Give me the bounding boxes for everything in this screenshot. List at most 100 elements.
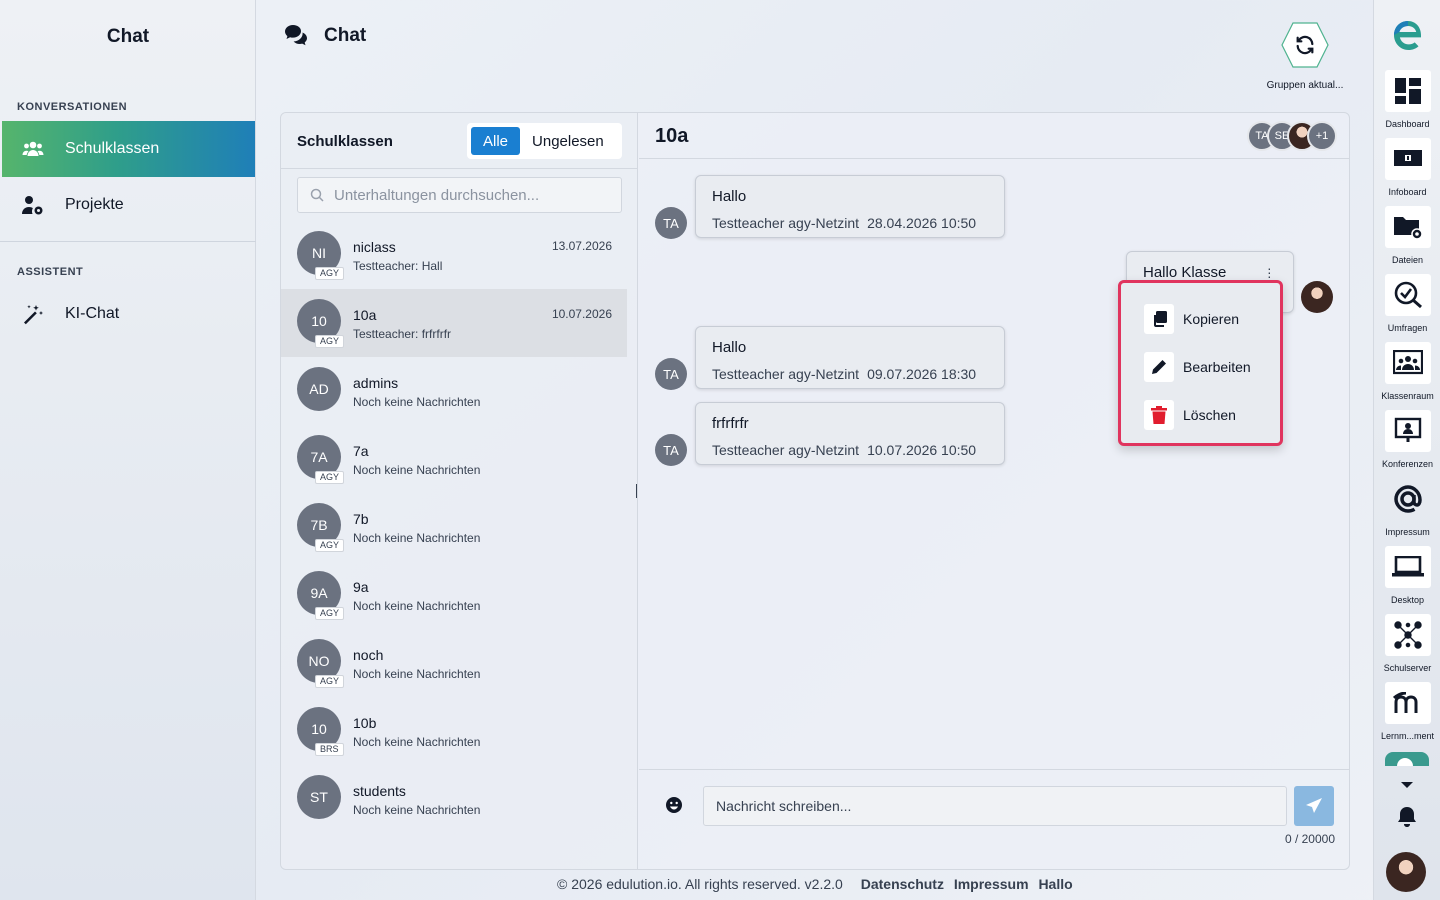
dock-item-dateien[interactable]: Dateien (1374, 206, 1440, 274)
conversation-date: 10.07.2026 (551, 307, 612, 321)
message-bubble[interactable]: Hallo Testteacher agy-Netzint 28.04.2026 … (695, 175, 1005, 238)
footer-link-datenschutz[interactable]: Datenschutz (861, 876, 944, 892)
sidebar-divider (0, 241, 256, 242)
section-assistant-label: ASSISTENT (17, 266, 84, 278)
chat-bubbles-icon (284, 24, 308, 48)
delete-menu-item[interactable]: Löschen (1121, 391, 1280, 439)
refresh-groups[interactable]: Gruppen aktual... (1262, 22, 1348, 91)
dock-item-desktop[interactable]: Desktop (1374, 546, 1440, 614)
conversation-item[interactable]: 7B AGY 7b Noch keine Nachrichten (281, 493, 638, 561)
message-bubble[interactable]: frfrfrfr Testteacher agy-Netzint 10.07.20… (695, 402, 1005, 465)
conference-icon (1384, 410, 1431, 452)
user-avatar[interactable] (1386, 852, 1426, 892)
conversation-name: students (353, 783, 406, 799)
avatar: 10 BRS (297, 707, 344, 756)
conversation-item[interactable]: 9A AGY 9a Noch keine Nachrichten (281, 561, 638, 629)
dock-item-infoboard[interactable]: Infoboard (1374, 138, 1440, 206)
sidebar-item-label: Schulklassen (65, 140, 160, 157)
left-sidebar: Chat KONVERSATIONEN Schulklassen Projekt… (0, 0, 256, 900)
conversation-item[interactable]: ST students Noch keine Nachrichten (281, 765, 638, 833)
panel-resize-handle[interactable] (636, 484, 637, 498)
dock-item-impressum[interactable]: Impressum (1374, 478, 1440, 546)
infoboard-icon (1384, 138, 1431, 180)
dock-item-konferenzen[interactable]: Konferenzen (1374, 410, 1440, 478)
dashboard-icon (1384, 70, 1431, 112)
sidebar-item-ki-chat[interactable]: KI-Chat (2, 286, 255, 342)
trash-icon (1144, 400, 1174, 430)
refresh-label: Gruppen aktual... (1266, 80, 1344, 91)
pencil-icon (1144, 352, 1174, 382)
dock-item-schulserver[interactable]: Schulserver (1374, 614, 1440, 682)
message-input[interactable] (703, 786, 1287, 826)
conversation-item[interactable]: AD admins Noch keine Nachrichten (281, 357, 638, 425)
footer: © 2026 edulution.io. All rights reserved… (557, 876, 1073, 892)
conversation-name: 10b (353, 715, 377, 731)
sidebar-item-label: Projekte (65, 196, 124, 213)
conversation-name: 7b (353, 511, 369, 527)
dock-item-klassenraum[interactable]: Klassenraum (1374, 342, 1440, 410)
conversation-preview: Testteacher: frfrfrfr (353, 327, 452, 341)
message-bubble[interactable]: Hallo Testteacher agy-Netzint 09.07.2026 … (695, 326, 1005, 389)
dock-item-partial[interactable] (1385, 752, 1429, 766)
conversation-item[interactable]: NI AGY niclass Testteacher: Hall 13.07.20… (281, 221, 638, 289)
conversation-preview: Noch keine Nachrichten (353, 599, 481, 613)
message-meta: Testteacher agy-Netzint 10.07.2026 10:50 (712, 442, 977, 458)
dock-item-umfragen[interactable]: Umfragen (1374, 274, 1440, 342)
chevron-down-icon[interactable] (1400, 776, 1414, 794)
message-avatar: TA (655, 207, 687, 239)
message-avatar: TA (655, 434, 687, 466)
footer-link-impressum[interactable]: Impressum (954, 876, 1029, 892)
conversation-panel: Schulklassen Alle Ungelesen NIAGY niclas… (281, 113, 638, 869)
copy-menu-item[interactable]: Kopieren (1121, 295, 1280, 343)
message-text: Hallo (712, 188, 747, 205)
page-title: Chat (324, 25, 367, 46)
copyright-text: © 2026 edulution.io. All rights reserved… (557, 876, 843, 892)
conversation-preview: Noch keine Nachrichten (353, 667, 481, 681)
bell-icon[interactable] (1397, 806, 1417, 833)
member-avatars[interactable]: TA SE +1 (1247, 121, 1337, 151)
conversation-name: niclass (353, 239, 396, 255)
conversation-item[interactable]: NO AGY noch Noch keine Nachrichten (281, 629, 638, 697)
emoji-icon[interactable] (665, 796, 685, 816)
message-context-menu: Kopieren Bearbeiten Löschen (1118, 280, 1283, 446)
school-badge: AGY (315, 267, 345, 280)
folder-icon (1384, 206, 1431, 248)
avatar: 7B AGY (297, 503, 345, 552)
dock-item-dashboard[interactable]: Dashboard (1374, 70, 1440, 138)
footer-link-hallo[interactable]: Hallo (1038, 876, 1072, 892)
avatar: NO AGY (297, 639, 345, 688)
conversation-preview: Noch keine Nachrichten (353, 463, 481, 477)
edit-menu-item[interactable]: Bearbeiten (1121, 343, 1280, 391)
school-badge: AGY (315, 539, 345, 552)
conversation-preview: Noch keine Nachrichten (353, 531, 481, 545)
sidebar-item-schulklassen[interactable]: Schulklassen (2, 121, 255, 177)
survey-icon (1384, 274, 1431, 316)
message-avatar: TA (655, 358, 687, 390)
conversation-preview: Noch keine Nachrichten (353, 803, 481, 817)
send-button[interactable] (1294, 786, 1334, 826)
conversation-preview: Testteacher: Hall (353, 259, 443, 273)
filter-all-button[interactable]: Alle (471, 127, 521, 155)
search-input[interactable] (334, 186, 604, 204)
conversation-item[interactable]: 7A AGY 7a Noch keine Nachrichten (281, 425, 638, 493)
conversation-date: 13.07.2026 (551, 239, 612, 253)
filter-toggle: Alle Ungelesen (467, 123, 622, 159)
conversation-item-selected[interactable]: 10 AGY 10a Testteacher: frfrfrfr 10.07.20… (281, 289, 627, 357)
school-badge: BRS (315, 743, 344, 756)
avatar: NI AGY (297, 231, 345, 280)
edulution-logo-icon[interactable] (1391, 18, 1425, 54)
filter-unread-button[interactable]: Ungelesen (520, 127, 616, 155)
conversation-name: admins (353, 375, 399, 391)
own-avatar (1301, 281, 1333, 313)
more-options-icon[interactable]: · · · (1267, 261, 1272, 283)
send-icon (1306, 798, 1322, 813)
chat-title: 10a (655, 125, 689, 147)
chat-header: 10a TA SE +1 (639, 113, 1349, 159)
avatar: 7A AGY (297, 435, 345, 484)
conversation-item[interactable]: 10 BRS 10b Noch keine Nachrichten (281, 697, 638, 765)
sidebar-item-projekte[interactable]: Projekte (2, 177, 255, 233)
message-meta: Testteacher agy-Netzint 09.07.2026 18:30 (712, 366, 977, 382)
dock-item-lernmanagement[interactable]: Lernm...ment (1374, 682, 1440, 750)
conversation-name: 10a (353, 307, 377, 323)
laptop-icon (1384, 546, 1431, 588)
